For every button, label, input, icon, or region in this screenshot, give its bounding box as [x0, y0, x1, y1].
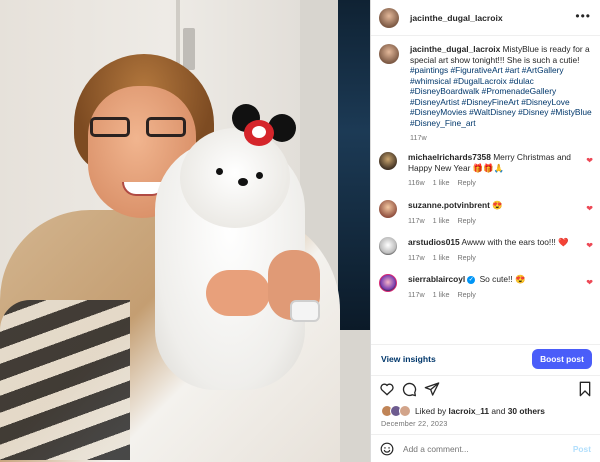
- comment-item: michaelrichards7358 Merry Christmas and …: [379, 152, 593, 189]
- reply-button[interactable]: Reply: [457, 216, 475, 225]
- add-comment-bar: Post: [371, 434, 600, 462]
- post-header: jacinthe_dugal_lacroix •••: [371, 0, 600, 36]
- photo-striped-sleeve: [0, 300, 130, 460]
- photo-dog-eye: [216, 168, 223, 175]
- avatar[interactable]: [379, 7, 399, 28]
- likes-joiner: and: [491, 406, 506, 416]
- photo-dog-head: [180, 128, 290, 228]
- comments-scroll-area[interactable]: jacinthe_dugal_lacroix MistyBlue is read…: [371, 36, 600, 366]
- avatar: [399, 405, 411, 417]
- reply-button[interactable]: Reply: [457, 290, 475, 299]
- comment-likes[interactable]: 1 like: [433, 253, 450, 262]
- comment-icon[interactable]: [401, 381, 417, 397]
- comment-username[interactable]: sierrablaircoyl: [408, 274, 465, 284]
- post-comment-button[interactable]: Post: [573, 444, 591, 454]
- likes-others-link[interactable]: 30 others: [508, 406, 545, 416]
- photo-hand: [206, 270, 270, 316]
- heart-icon[interactable]: ❤: [586, 241, 593, 250]
- comment-likes[interactable]: 1 like: [433, 178, 450, 187]
- photo-tv-screen: [338, 0, 370, 330]
- add-comment-input[interactable]: [403, 443, 553, 454]
- avatar[interactable]: [379, 200, 397, 218]
- post-actions: [371, 375, 600, 401]
- comment-age: 117w: [408, 252, 425, 262]
- view-insights-link[interactable]: View insights: [381, 354, 436, 364]
- post-author-username[interactable]: jacinthe_dugal_lacroix: [410, 13, 503, 23]
- photo-dog-eye: [256, 172, 263, 179]
- avatar[interactable]: [379, 44, 399, 64]
- post-photo[interactable]: [0, 0, 370, 462]
- verified-badge-icon: ✓: [467, 275, 476, 284]
- caption-username[interactable]: jacinthe_dugal_lacroix: [410, 44, 500, 54]
- likes-prefix: Liked by: [415, 406, 447, 416]
- heart-icon[interactable]: ❤: [586, 278, 593, 287]
- comment-username[interactable]: michaelrichards7358: [408, 152, 491, 162]
- photo-dog-nose: [238, 178, 248, 186]
- comment-username[interactable]: arstudios015: [408, 237, 460, 247]
- post-caption: jacinthe_dugal_lacroix MistyBlue is read…: [379, 44, 593, 144]
- likes-summary: Liked by lacroix_11 and 30 others: [381, 405, 545, 417]
- post-date: December 22, 2023: [381, 419, 448, 428]
- post-panel: jacinthe_dugal_lacroix ••• jacinthe_duga…: [370, 0, 600, 462]
- comment-item: sierrablaircoyl ✓ So cute!! 😍 117w 1 like R…: [379, 274, 593, 300]
- photo-door-hinge: [183, 28, 195, 70]
- share-icon[interactable]: [424, 381, 440, 397]
- comment-text: Awww with the ears too!!! ❤️: [461, 237, 569, 247]
- heart-outline-icon[interactable]: [379, 381, 395, 397]
- liker-username[interactable]: lacroix_11: [449, 406, 490, 416]
- photo-mickey-hat: [244, 120, 274, 146]
- comment-text: So cute!! 😍: [479, 274, 526, 284]
- photo-glasses: [90, 117, 186, 139]
- heart-icon[interactable]: ❤: [586, 204, 593, 213]
- bookmark-icon[interactable]: [577, 381, 593, 397]
- avatar[interactable]: [379, 274, 397, 292]
- comment-item: suzanne.potvinbrent 😍 117w 1 like Reply ❤: [379, 200, 593, 226]
- comment-item: arstudios015 Awww with the ears too!!! ❤…: [379, 237, 593, 263]
- liker-avatars[interactable]: [381, 405, 411, 417]
- comment-text: 😍: [492, 200, 503, 210]
- comment-age: 117w: [408, 215, 425, 225]
- emoji-icon[interactable]: [380, 442, 394, 456]
- insights-bar: View insights Boost post: [371, 344, 600, 372]
- boost-post-button[interactable]: Boost post: [532, 349, 592, 369]
- caption-age: 117w: [410, 133, 427, 142]
- avatar[interactable]: [379, 237, 397, 255]
- comment-age: 116w: [408, 178, 425, 187]
- photo-watch: [290, 300, 320, 322]
- avatar[interactable]: [379, 152, 397, 170]
- reply-button[interactable]: Reply: [457, 253, 475, 262]
- more-horizontal-icon[interactable]: •••: [575, 10, 591, 22]
- caption-hashtags[interactable]: #paintings #FigurativeArt #art #ArtGalle…: [410, 65, 592, 128]
- heart-icon[interactable]: ❤: [586, 156, 593, 165]
- comment-age: 117w: [408, 289, 425, 299]
- comment-username[interactable]: suzanne.potvinbrent: [408, 200, 490, 210]
- comment-likes[interactable]: 1 like: [433, 290, 450, 299]
- reply-button[interactable]: Reply: [457, 178, 475, 187]
- comment-likes[interactable]: 1 like: [433, 216, 450, 225]
